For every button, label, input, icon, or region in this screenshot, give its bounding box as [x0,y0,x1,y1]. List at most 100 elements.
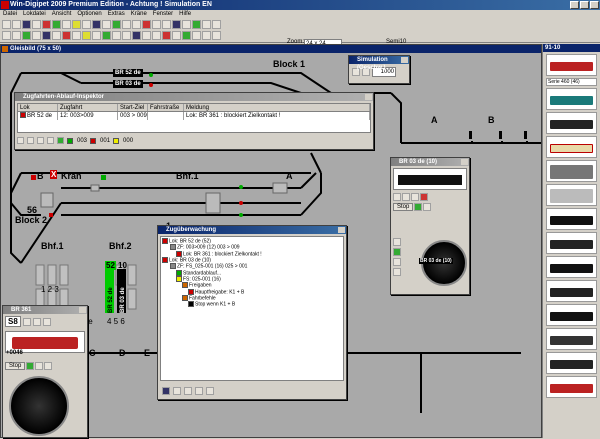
go-icon[interactable] [57,137,64,144]
menu-hilfe[interactable]: Hilfe [179,10,191,19]
menu-kraene[interactable]: Kräne [131,10,147,19]
f3-icon[interactable] [42,317,51,326]
check-icon[interactable] [182,31,191,40]
auto-icon[interactable] [102,31,111,40]
loco-grey-icon[interactable] [32,31,41,40]
collapse-icon[interactable] [184,387,192,395]
loco1-close-icon[interactable] [461,159,468,165]
simspeed-close-icon[interactable] [401,57,408,63]
fn-icon[interactable] [393,268,401,276]
col-fahrstrasse[interactable]: Fahrstraße [148,104,184,111]
tool-icon[interactable] [182,20,191,29]
loco-tag-br03[interactable]: BR 03 de [113,80,143,88]
list-icon[interactable] [202,31,211,40]
magnifier-icon[interactable] [132,20,141,29]
menu-datei[interactable]: Datei [3,10,17,19]
f1-icon[interactable] [22,317,31,326]
light-icon[interactable] [172,31,181,40]
tree-item[interactable]: Stop wenn K1 + B [162,301,342,308]
list-item[interactable] [546,256,597,278]
print-icon[interactable] [32,20,41,29]
loco2-close-icon[interactable] [79,307,86,313]
help-icon[interactable] [212,20,221,29]
settings-icon[interactable] [202,20,211,29]
stop-icon[interactable] [27,137,34,144]
record-icon[interactable] [47,137,54,144]
inspect-icon[interactable] [112,31,121,40]
crane-icon[interactable] [52,31,61,40]
minimize-button[interactable] [570,1,579,9]
f2-icon[interactable] [402,193,410,201]
table-row[interactable]: BR 52 de 12: 003>009 003 > 009 Lok: BR 3… [18,112,370,120]
alarm-icon[interactable] [142,20,151,29]
block-icon[interactable] [72,31,81,40]
list-item[interactable] [546,54,597,76]
fire-icon[interactable] [162,31,171,40]
f3-icon[interactable] [411,193,419,201]
list-item[interactable] [546,184,597,206]
menu-extras[interactable]: Extras [108,10,125,19]
step-icon[interactable] [37,137,44,144]
keyboard-icon[interactable] [162,20,171,29]
redo-icon[interactable] [12,31,21,40]
fn-icon[interactable] [393,238,401,246]
list-item[interactable] [546,232,597,254]
loco-green-icon[interactable] [22,31,31,40]
contact-icon[interactable] [82,31,91,40]
expand-icon[interactable] [173,387,181,395]
track-icon[interactable] [62,20,71,29]
zugueberwachung-tree[interactable]: Lok: BR 52 de (52) ZF: 003>009 (12) 003 … [160,236,344,381]
refresh-icon[interactable] [162,387,170,395]
inspector-close-icon[interactable] [365,94,372,100]
menu-lokdatei[interactable]: Lokdatei [23,10,46,19]
play-icon[interactable] [17,137,24,144]
undo-icon[interactable] [2,31,11,40]
loco1-stop-button[interactable]: Stop [393,203,414,211]
sound-icon[interactable] [35,362,44,370]
new-icon[interactable] [2,20,11,29]
col-meldung[interactable]: Meldung [184,104,370,111]
loco-tag-vert-br52[interactable]: BR 52 de [105,269,114,313]
clock-icon[interactable] [152,20,161,29]
list-item[interactable] [546,280,597,302]
station-icon[interactable] [132,31,141,40]
zugueberwachung-close-icon[interactable] [338,227,345,233]
monitor2-icon[interactable] [122,31,131,40]
horn-icon[interactable] [44,362,53,370]
stop-icon[interactable] [42,20,51,29]
signal-icon[interactable] [72,20,81,29]
sound-icon[interactable] [423,203,432,211]
list-item[interactable] [546,136,597,158]
loco2-speed-dial[interactable] [9,376,69,436]
x-icon[interactable] [420,193,428,201]
list-item[interactable] [546,160,597,182]
col-lok[interactable]: Lok [18,104,58,111]
turnout-icon[interactable] [82,20,91,29]
close-button[interactable] [590,1,599,9]
menu-fenster[interactable]: Fenster [153,10,173,19]
loco-icon[interactable] [92,20,101,29]
list-item[interactable] [546,376,597,398]
fn-icon[interactable] [393,248,401,256]
route-icon[interactable] [102,20,111,29]
loco2-stop-button[interactable]: Stop [5,362,26,370]
list-item[interactable] [546,352,597,374]
grid-icon[interactable] [192,31,201,40]
list-item[interactable] [546,304,597,326]
loco-tag-vert-br03[interactable]: BR 03 de [117,269,126,313]
sound-icon[interactable] [152,31,161,40]
fn-icon[interactable] [393,258,401,266]
go-icon[interactable] [52,20,61,29]
open-icon[interactable] [12,20,21,29]
maximize-button[interactable] [580,1,589,9]
monitor-icon[interactable] [172,20,181,29]
f1-icon[interactable] [393,193,401,201]
wagon-icon[interactable] [42,31,51,40]
play-icon[interactable] [195,387,203,395]
menu-optionen[interactable]: Optionen [77,10,101,19]
col-start-ziel[interactable]: Start-Ziel [118,104,148,111]
loco-list-selected[interactable]: Serie 460 (46) [546,78,597,86]
loco-tag-br52[interactable]: BR 52 de [113,69,143,77]
f2-icon[interactable] [32,317,41,326]
col-zugfahrt[interactable]: Zugfahrt [58,104,118,111]
